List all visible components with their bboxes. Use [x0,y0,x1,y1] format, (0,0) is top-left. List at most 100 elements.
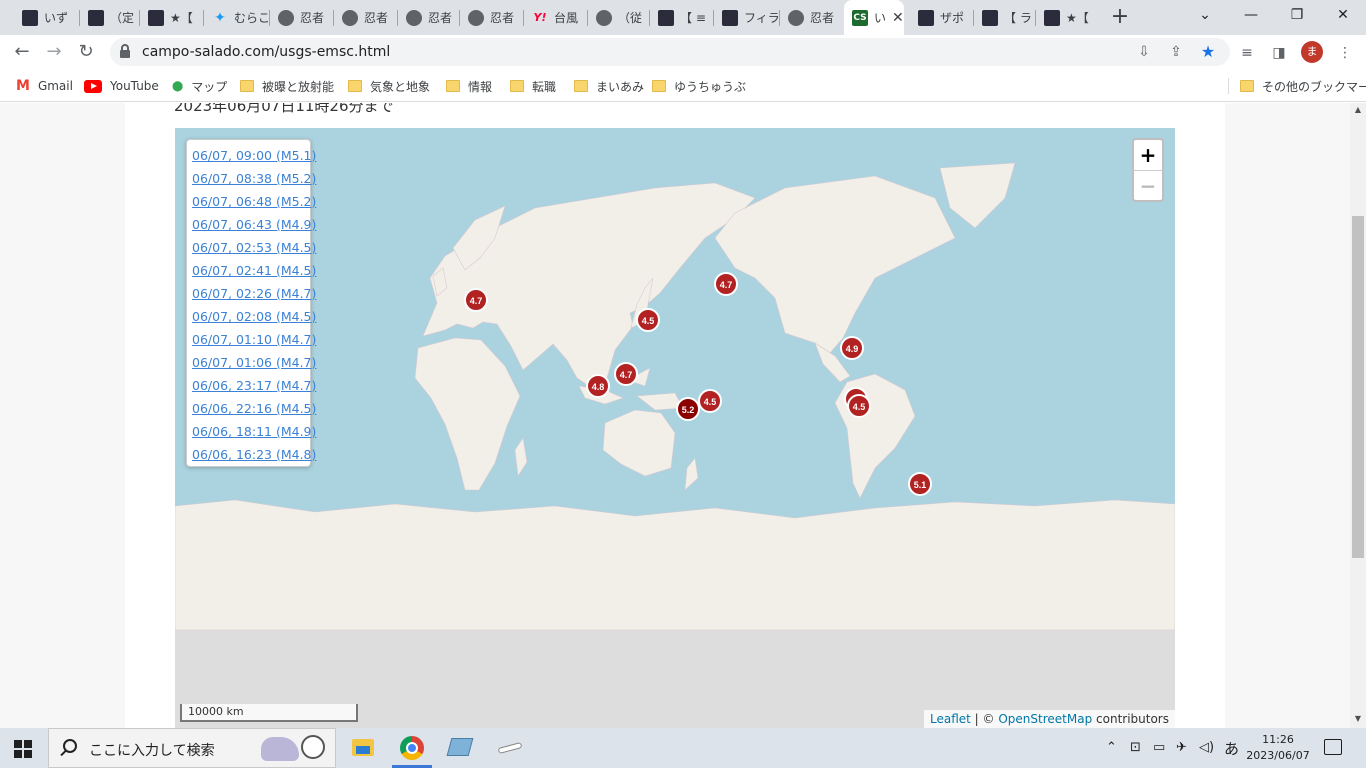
osm-link[interactable]: OpenStreetMap [998,712,1092,726]
chrome-icon[interactable] [388,728,436,768]
lock-icon[interactable] [120,44,130,58]
tab-search-icon[interactable]: ⌄ [1182,0,1228,30]
quake-marker[interactable]: 4.7 [714,272,738,296]
windows-start-icon[interactable] [14,740,32,758]
address-bar[interactable]: campo-salado.com/usgs-emsc.html ⇩ ⇪ ★ [110,38,1230,66]
quake-list-link[interactable]: 06/07, 02:26 (M4.7) [187,282,316,305]
airplane-mode-icon[interactable]: ✈ [1176,740,1187,755]
taskbar-clock[interactable]: 11:26 2023/06/07 [1246,732,1310,764]
quake-list-link[interactable]: 06/07, 02:41 (M4.5) [187,259,316,282]
browser-tab[interactable]: ✦ むらこ [204,4,268,31]
browser-tab[interactable]: 忍者 [780,4,842,31]
quake-marker[interactable]: 4.5 [636,308,660,332]
forward-icon[interactable]: → [40,38,68,66]
quake-marker[interactable]: 4.5 [698,389,722,413]
bookmark-item[interactable]: 転職 [510,76,556,96]
other-bookmarks[interactable]: その他のブックマーク [1240,76,1366,96]
page-scrollbar[interactable]: ▲ ▼ [1350,103,1366,728]
quake-list-link[interactable]: 06/06, 16:23 (M4.8) [187,443,316,466]
browser-tab[interactable]: （従 [588,4,648,31]
tray-meet-icon[interactable]: ⊡ [1130,740,1141,755]
volume-icon[interactable]: ◁) [1199,740,1214,755]
quake-list-link[interactable]: 06/06, 23:17 (M4.7) [187,374,316,397]
menu-icon[interactable]: ⋮ [1334,42,1356,64]
bookmark-item[interactable]: M Gmail [16,76,73,96]
quake-list-link[interactable]: 06/07, 08:38 (M5.2) [187,167,316,190]
browser-tab[interactable]: Y! 台風 [524,4,586,31]
battery-icon[interactable]: ▭ [1153,740,1165,755]
browser-tab[interactable]: 忍者 [398,4,458,31]
quake-list-link[interactable]: 06/07, 01:10 (M4.7) [187,328,316,351]
browser-tab[interactable]: 忍者 [270,4,332,31]
browser-toolbar: ← → ↻ campo-salado.com/usgs-emsc.html ⇩ … [0,35,1366,70]
scroll-down-icon[interactable]: ▼ [1350,714,1366,726]
search-placeholder[interactable]: ここに入力して検索 [89,740,215,760]
browser-tab[interactable]: 忍者 [334,4,396,31]
earthquake-map[interactable]: 4.7 4.5 4.7 4.9 4.7 4.8 4.5 5.2 4.5 4.5 … [175,128,1175,728]
ime-indicator[interactable]: あ [1224,738,1239,759]
quake-marker[interactable]: 5.2 [676,397,700,421]
quake-marker[interactable]: 4.9 [840,336,864,360]
quake-marker[interactable]: 5.1 [908,472,932,496]
scrollbar-thumb[interactable] [1352,216,1364,558]
url-text[interactable]: campo-salado.com/usgs-emsc.html [142,44,390,60]
zoom-in-button[interactable]: + [1134,140,1162,170]
leaflet-link[interactable]: Leaflet [930,712,971,726]
browser-tab[interactable]: CS い ✕ [844,0,904,35]
quake-marker[interactable]: 4.8 [586,374,610,398]
folder-icon [1240,80,1254,92]
browser-tab[interactable]: ★【 [1036,4,1098,31]
quake-list-link[interactable]: 06/07, 06:43 (M4.9) [187,213,316,236]
bookmark-item[interactable]: YouTube [84,76,159,96]
quake-list-link[interactable]: 06/07, 01:06 (M4.7) [187,351,316,374]
share-icon[interactable]: ⇪ [1166,42,1186,62]
bookmark-item[interactable]: 被曝と放射能 [240,76,334,96]
tray-overflow-icon[interactable]: ⌃ [1106,740,1117,755]
zoom-out-button[interactable]: − [1134,170,1162,200]
globe-icon [788,9,804,26]
browser-tab[interactable]: ★【 [140,4,202,31]
scroll-up-icon[interactable]: ▲ [1350,105,1366,117]
globe-icon [278,9,294,26]
back-icon[interactable]: ← [8,38,36,66]
quake-list-link[interactable]: 06/07, 02:53 (M4.5) [187,236,316,259]
map-tiles[interactable]: 4.7 4.5 4.7 4.9 4.7 4.8 4.5 5.2 4.5 4.5 … [175,128,1175,728]
file-explorer-icon[interactable] [338,728,386,768]
quake-list-link[interactable]: 06/06, 22:16 (M4.5) [187,397,316,420]
notepad-app-icon[interactable] [436,728,484,768]
browser-tab[interactable]: （定 [80,4,138,31]
notification-icon[interactable] [1324,739,1342,755]
bookmark-item[interactable]: まいあみ [574,76,644,96]
browser-tab[interactable]: 忍者 [460,4,522,31]
bookmark-item[interactable]: ゆうちゅうぶ [652,76,746,96]
media-control-icon[interactable]: ≡ [1236,42,1258,64]
browser-tab[interactable]: フィラ [714,4,778,31]
browser-tab[interactable]: いず [14,4,76,31]
minimize-button[interactable]: — [1228,0,1274,30]
quake-list-link[interactable]: 06/07, 09:00 (M5.1) [187,144,316,167]
quake-marker[interactable]: 4.7 [464,288,488,312]
bookmark-star-icon[interactable]: ★ [1198,42,1218,62]
browser-tab[interactable]: 【 ≡ [650,4,712,31]
airplane-app-icon[interactable] [486,728,534,768]
browser-tab[interactable]: 【 ラ [974,4,1034,31]
bookmark-label: まいあみ [596,79,645,94]
quake-marker[interactable]: 4.7 [614,362,638,386]
bookmark-item[interactable]: ⬤ マップ [172,76,227,96]
install-icon[interactable]: ⇩ [1134,42,1154,62]
profile-avatar[interactable]: ま [1301,41,1323,63]
browser-tab[interactable]: ザポ [910,4,972,31]
reload-icon[interactable]: ↻ [72,38,100,66]
restore-button[interactable]: ❐ [1274,0,1320,30]
quake-marker[interactable]: 4.5 [847,394,871,418]
new-tab-button[interactable]: + [1109,4,1131,30]
quake-list-link[interactable]: 06/07, 02:08 (M4.5) [187,305,316,328]
quake-list-link[interactable]: 06/07, 06:48 (M5.2) [187,190,316,213]
close-window-button[interactable]: ✕ [1320,0,1366,30]
bookmark-item[interactable]: 情報 [446,76,492,96]
taskbar-search[interactable]: ここに入力して検索 [48,728,336,768]
quake-list-link[interactable]: 06/06, 18:11 (M4.9) [187,420,316,443]
side-panel-icon[interactable]: ◨ [1268,42,1290,64]
close-tab-icon[interactable]: ✕ [892,10,904,26]
bookmark-item[interactable]: 気象と地象 [348,76,430,96]
